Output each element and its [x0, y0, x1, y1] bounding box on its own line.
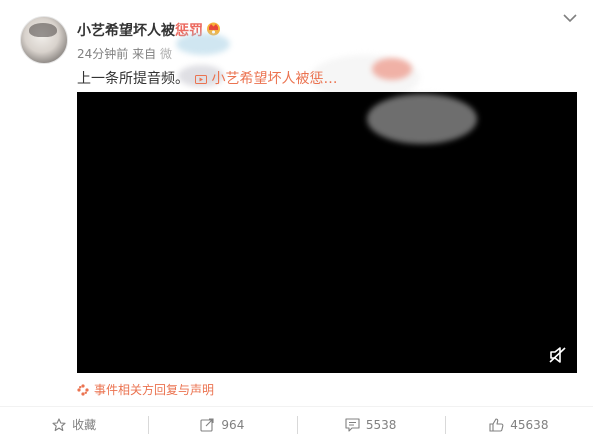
redaction-smudge	[372, 58, 412, 80]
thumbs-up-icon	[489, 417, 504, 432]
repost-button[interactable]: 964	[148, 407, 296, 442]
statement-icon	[77, 383, 89, 396]
video-link[interactable]: 小艺希望坏人被惩…	[193, 71, 337, 87]
video-player[interactable]	[77, 92, 577, 373]
mute-icon[interactable]	[549, 347, 567, 363]
comment-button[interactable]: 5538	[296, 407, 445, 442]
post-source-prefix: 来自	[132, 47, 157, 61]
post-time[interactable]: 24分钟前	[77, 47, 128, 61]
star-icon	[52, 417, 66, 431]
redaction-smudge	[176, 33, 230, 55]
redaction-smudge	[367, 94, 477, 144]
post-text-prefix: 上一条所提音频。	[77, 71, 189, 87]
repost-icon	[200, 417, 214, 432]
post-meta: 24分钟前 来自 微	[77, 45, 172, 62]
like-count: 45638	[510, 417, 549, 432]
video-link-text: 小艺希望坏人被惩…	[211, 71, 338, 87]
favorite-button[interactable]: 收藏	[0, 407, 148, 442]
chevron-down-icon[interactable]	[563, 14, 577, 23]
weibo-post-card: 小艺希望坏人被惩罚 24分钟前 来自 微 上一条所提音频。 小艺希望坏人被惩…	[0, 0, 593, 442]
action-bar: 收藏 964 5538 45638	[0, 406, 593, 442]
comment-icon	[345, 417, 360, 432]
statement-link[interactable]: 事件相关方回复与声明	[77, 381, 214, 398]
like-button[interactable]: 45638	[444, 407, 593, 442]
post-source[interactable]: 微	[160, 47, 172, 61]
username-text: 小艺希望坏人被	[77, 23, 175, 39]
comment-count: 5538	[365, 417, 397, 432]
post-text: 上一条所提音频。 小艺希望坏人被惩…	[77, 68, 337, 88]
avatar[interactable]	[20, 16, 68, 64]
favorite-label: 收藏	[72, 418, 97, 432]
repost-count: 964	[221, 417, 245, 432]
video-link-icon	[195, 74, 208, 84]
statement-text: 事件相关方回复与声明	[94, 383, 215, 397]
